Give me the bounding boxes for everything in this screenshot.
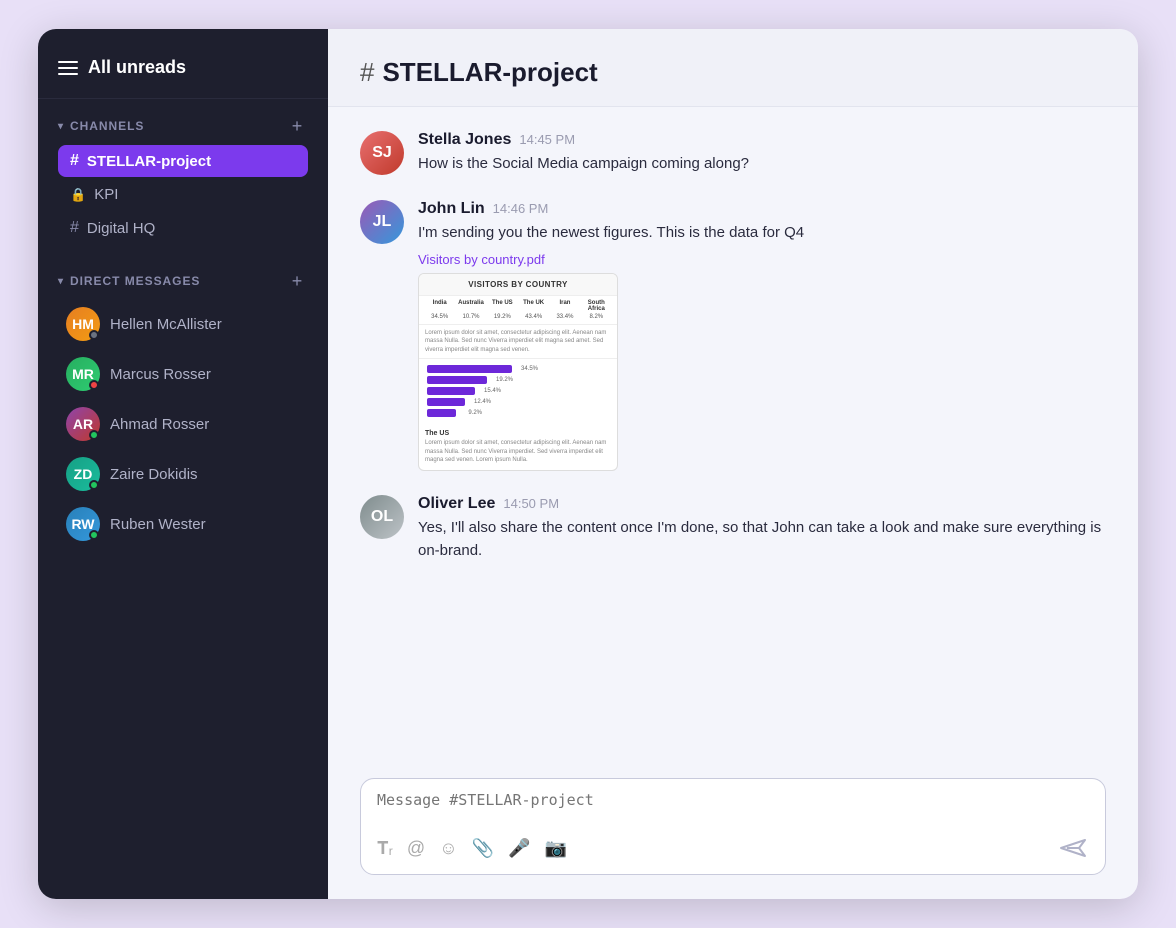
attachment-filename: Visitors by country.pdf xyxy=(418,252,804,267)
hash-icon-digital: # xyxy=(70,219,79,237)
dm-section-header: ▾ DIRECT MESSAGES + xyxy=(58,270,308,292)
pdf-lorem-text: Lorem ipsum dolor sit amet, consectetur … xyxy=(419,325,617,359)
msg-header-john: John Lin 14:46 PM xyxy=(418,200,804,218)
status-dot-ruben xyxy=(89,530,99,540)
channel-item-kpi[interactable]: 🔒 KPI xyxy=(58,179,308,210)
msg-time-oliver: 14:50 PM xyxy=(503,496,559,511)
avatar-ruben: RW xyxy=(66,507,100,541)
dm-item-ruben[interactable]: RW Ruben Wester xyxy=(58,500,308,548)
dm-name-ruben: Ruben Wester xyxy=(110,516,206,533)
main-content: # STELLAR-project SJ Stella Jones 14:45 … xyxy=(328,29,1138,899)
chat-header: # STELLAR-project xyxy=(328,29,1138,107)
message-john: JL John Lin 14:46 PM I'm sending you the… xyxy=(360,200,1106,472)
avatar-marcus: MR xyxy=(66,357,100,391)
microphone-icon[interactable]: 🎤 xyxy=(508,838,530,859)
dm-chevron-icon: ▾ xyxy=(58,276,64,287)
channel-item-stellar[interactable]: # STELLAR-project xyxy=(58,145,308,177)
channel-item-digital[interactable]: # Digital HQ xyxy=(58,212,308,244)
pdf-preview: VISITORS BY COUNTRY India Australia The … xyxy=(418,273,618,471)
channel-name-digital: Digital HQ xyxy=(87,220,155,237)
message-input[interactable] xyxy=(377,791,1089,819)
msg-body-stella: Stella Jones 14:45 PM How is the Social … xyxy=(418,131,749,176)
sidebar: All unreads ▾ CHANNELS + # STELLAR-proje… xyxy=(38,29,328,899)
channel-title: STELLAR-project xyxy=(382,57,597,88)
input-toolbar: 𝐓ᵣ @ ☺ 📎 🎤 📷 xyxy=(377,834,1089,862)
chat-title: # STELLAR-project xyxy=(360,57,1106,88)
msg-text-oliver: Yes, I'll also share the content once I'… xyxy=(418,517,1106,562)
channel-name-stellar: STELLAR-project xyxy=(87,153,211,170)
status-dot-hellen xyxy=(89,330,99,340)
pdf-title: VISITORS BY COUNTRY xyxy=(419,274,617,296)
avatar-oliver: OL xyxy=(360,495,404,539)
video-icon[interactable]: 📷 xyxy=(544,838,566,859)
hash-icon: # xyxy=(70,152,79,170)
send-button[interactable] xyxy=(1057,834,1089,862)
all-unreads-button[interactable]: All unreads xyxy=(58,57,308,78)
avatar-stella: SJ xyxy=(360,131,404,175)
add-dm-button[interactable]: + xyxy=(286,270,308,292)
pdf-footer-text: Lorem ipsum dolor sit amet, consectetur … xyxy=(419,439,617,470)
msg-author-stella: Stella Jones xyxy=(418,131,511,149)
pdf-bar-chart: 34.5% 19.2% 15.4% 12.4% 9.2% xyxy=(419,359,617,426)
send-icon xyxy=(1057,834,1089,862)
add-channel-button[interactable]: + xyxy=(286,115,308,137)
dm-name-marcus: Marcus Rosser xyxy=(110,366,211,383)
emoji-icon[interactable]: ☺ xyxy=(439,838,457,859)
status-dot-zaire xyxy=(89,480,99,490)
dm-name-hellen: Hellen McAllister xyxy=(110,316,222,333)
channel-name-kpi: KPI xyxy=(94,186,118,203)
attachment-icon[interactable]: 📎 xyxy=(472,838,494,859)
msg-header-stella: Stella Jones 14:45 PM xyxy=(418,131,749,149)
dm-item-hellen[interactable]: HM Hellen McAllister xyxy=(58,300,308,348)
dm-section: ▾ DIRECT MESSAGES + HM Hellen McAllister… xyxy=(38,254,328,558)
sidebar-header: All unreads xyxy=(38,29,328,99)
avatar-zaire: ZD xyxy=(66,457,100,491)
hash-symbol: # xyxy=(360,57,374,88)
dm-name-zaire: Zaire Dokidis xyxy=(110,466,198,483)
msg-time-stella: 14:45 PM xyxy=(519,132,575,147)
avatar-hellen: HM xyxy=(66,307,100,341)
dm-title[interactable]: ▾ DIRECT MESSAGES xyxy=(58,274,200,288)
text-format-icon[interactable]: 𝐓ᵣ xyxy=(377,838,393,859)
pdf-table: India Australia The US The UK Iran South… xyxy=(419,296,617,325)
channels-section: ▾ CHANNELS + # STELLAR-project 🔒 KPI # D… xyxy=(38,99,328,254)
status-dot-marcus xyxy=(89,380,99,390)
message-input-box: 𝐓ᵣ @ ☺ 📎 🎤 📷 xyxy=(360,778,1106,875)
pdf-section-heading: The US xyxy=(419,426,617,439)
avatar-ahmad: AR xyxy=(66,407,100,441)
all-unreads-label: All unreads xyxy=(88,57,186,78)
mention-icon[interactable]: @ xyxy=(407,838,425,859)
msg-author-oliver: Oliver Lee xyxy=(418,495,495,513)
input-icons: 𝐓ᵣ @ ☺ 📎 🎤 📷 xyxy=(377,838,567,859)
dm-name-ahmad: Ahmad Rosser xyxy=(110,416,209,433)
dm-item-ahmad[interactable]: AR Ahmad Rosser xyxy=(58,400,308,448)
channels-title[interactable]: ▾ CHANNELS xyxy=(58,119,144,133)
msg-header-oliver: Oliver Lee 14:50 PM xyxy=(418,495,1106,513)
msg-author-john: John Lin xyxy=(418,200,485,218)
lock-icon: 🔒 xyxy=(70,187,86,203)
msg-text-stella: How is the Social Media campaign coming … xyxy=(418,153,749,176)
message-oliver: OL Oliver Lee 14:50 PM Yes, I'll also sh… xyxy=(360,495,1106,562)
dm-item-zaire[interactable]: ZD Zaire Dokidis xyxy=(58,450,308,498)
msg-body-oliver: Oliver Lee 14:50 PM Yes, I'll also share… xyxy=(418,495,1106,562)
msg-time-john: 14:46 PM xyxy=(493,201,549,216)
attachment-pdf[interactable]: Visitors by country.pdf VISITORS BY COUN… xyxy=(418,252,804,471)
channels-section-header: ▾ CHANNELS + xyxy=(58,115,308,137)
avatar-john: JL xyxy=(360,200,404,244)
message-stella: SJ Stella Jones 14:45 PM How is the Soci… xyxy=(360,131,1106,176)
messages-area: SJ Stella Jones 14:45 PM How is the Soci… xyxy=(328,107,1138,762)
hamburger-icon xyxy=(58,61,78,75)
dm-item-marcus[interactable]: MR Marcus Rosser xyxy=(58,350,308,398)
status-dot-ahmad xyxy=(89,430,99,440)
msg-body-john: John Lin 14:46 PM I'm sending you the ne… xyxy=(418,200,804,472)
input-area: 𝐓ᵣ @ ☺ 📎 🎤 📷 xyxy=(328,762,1138,899)
channels-chevron-icon: ▾ xyxy=(58,121,64,132)
msg-text-john: I'm sending you the newest figures. This… xyxy=(418,222,804,245)
